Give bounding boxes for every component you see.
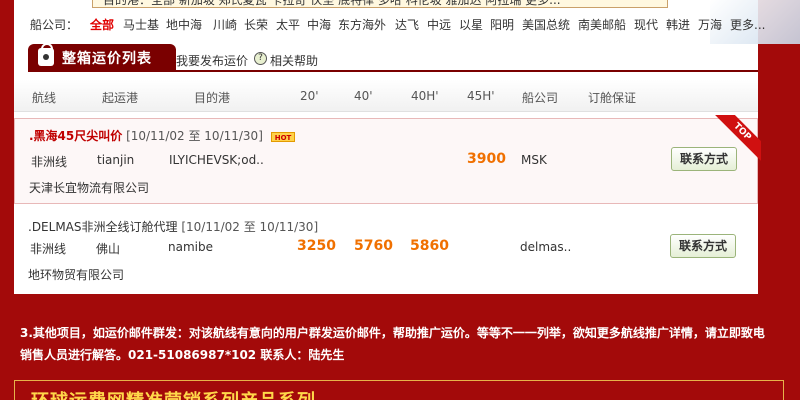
carrier-filter-cscl[interactable]: 中海 [307, 16, 331, 33]
carrier-filter: 船公司： 全部 马士基 地中海 川崎 长荣 太平 中海 东方海外 达飞 中远 以… [0, 14, 800, 34]
carrier-filter-csav[interactable]: 南美邮船 [578, 16, 626, 33]
carrier-filter-evergreen[interactable]: 长荣 [244, 16, 268, 33]
cell-origin: 佛山 [96, 242, 121, 256]
carrier-filter-yangming[interactable]: 阳明 [490, 16, 514, 33]
table-row: .DELMAS非洲全线订舱代理 [10/11/02 至 10/11/30] 非洲… [14, 210, 758, 290]
table-row: .黑海45尺尖叫价 [10/11/02 至 10/11/30] HOT 非洲线 … [14, 115, 761, 204]
carrier-filter-all[interactable]: 全部 [90, 16, 114, 33]
cell-carrier: MSK [521, 153, 547, 167]
product-series-title: 环球运费网精准营销系列产品系列 [31, 387, 316, 400]
cell-origin: tianjin [97, 153, 135, 167]
contact-button[interactable]: 联系方式 [670, 234, 736, 258]
carrier-filter-cosco[interactable]: 中远 [427, 16, 451, 33]
table-header: 航线 起运港 目的港 20' 40' 40H' 45H' 船公司 订舱保证 [14, 80, 758, 112]
top-ribbon-label: TOP [712, 115, 761, 162]
cell-route: 非洲线 [31, 155, 68, 169]
header-booking-guarantee: 订舱保证 [588, 91, 637, 105]
header-carrier: 船公司 [522, 91, 559, 105]
rate-list-tab-bar: 整箱运价列表 我要发布运价 ? 相关帮助 [14, 43, 758, 72]
publish-rate-link[interactable]: 我要发布运价 [176, 52, 248, 69]
carrier-filter-wanhai[interactable]: 万海 [698, 16, 722, 33]
carrier-filter-label: 船公司： [30, 18, 79, 32]
promotion-note-line-1: 3.其他项目，如运价邮件群发：对该航线有意向的用户群发运价邮件，帮助推广运价。等… [20, 326, 765, 340]
header-20: 20' [300, 89, 319, 103]
cell-price-20: 3250 [297, 238, 336, 254]
tab-divider [28, 70, 758, 72]
carrier-filter-apl[interactable]: 美国总统 [522, 16, 570, 33]
carrier-filter-msc[interactable]: 地中海 [166, 16, 202, 33]
header-destination: 目的港 [194, 91, 231, 105]
promotion-note-line-2: 销售人员进行解答。021-51086987*102 联系人：陆先生 [20, 348, 345, 362]
header-origin: 起运港 [102, 91, 139, 105]
carrier-filter-hmm[interactable]: 现代 [634, 16, 658, 33]
top-ribbon: TOP [711, 115, 761, 165]
hot-badge: HOT [270, 131, 296, 142]
destination-filter-text: 目的港：全部 新加坡 郑氏夏瓦 卡拉奇 伙坚 底特律 多哈 科伦坡 雅加达 阿拉… [103, 0, 561, 7]
help-link[interactable]: 相关帮助 [270, 52, 318, 69]
tab-fcl-rate-list[interactable]: 整箱运价列表 [28, 43, 176, 70]
promotion-note: 3.其他项目，如运价邮件群发：对该航线有意向的用户群发运价邮件，帮助推广运价。等… [20, 322, 790, 366]
carrier-filter-more[interactable]: 更多... [730, 16, 765, 33]
cell-price-40h: 5860 [410, 238, 449, 254]
cell-carrier: delmas.. [520, 240, 572, 254]
product-series-box: 环球运费网精准营销系列产品系列 [14, 380, 784, 400]
carrier-filter-zim[interactable]: 以星 [459, 16, 483, 33]
header-40: 40' [354, 89, 373, 103]
cell-destination: ILYICHEVSK;od.. [169, 153, 264, 167]
rate-title: .DELMAS非洲全线订舱代理 [10/11/02 至 10/11/30] [28, 218, 318, 235]
header-route: 航线 [32, 91, 57, 105]
rate-title-link[interactable]: .DELMAS非洲全线订舱代理 [28, 220, 178, 234]
header-40h: 40H' [411, 89, 439, 103]
destination-filter-strip: 目的港：全部 新加坡 郑氏夏瓦 卡拉奇 伙坚 底特律 多哈 科伦坡 雅加达 阿拉… [92, 0, 668, 8]
help-icon: ? [254, 52, 267, 65]
tab-fcl-rate-list-label: 整箱运价列表 [62, 51, 152, 67]
carrier-filter-cma[interactable]: 达飞 [395, 16, 419, 33]
rate-title: .黑海45尺尖叫价 [10/11/02 至 10/11/30] HOT [29, 127, 296, 144]
carrier-filter-pil[interactable]: 太平 [276, 16, 300, 33]
company-name[interactable]: 地环物贸有限公司 [28, 266, 124, 283]
cell-route: 非洲线 [30, 242, 67, 256]
rate-date-range: [10/11/02 至 10/11/30] [181, 220, 319, 234]
header-45h: 45H' [467, 89, 495, 103]
company-name[interactable]: 天津长宜物流有限公司 [29, 179, 149, 196]
carrier-filter-oocl[interactable]: 东方海外 [338, 16, 386, 33]
lock-icon [38, 43, 54, 66]
cell-price-40: 5760 [354, 238, 393, 254]
rate-date-range: [10/11/02 至 10/11/30] [126, 129, 263, 143]
cell-price-45h: 3900 [467, 151, 506, 167]
carrier-filter-hanjin[interactable]: 韩进 [666, 16, 690, 33]
carrier-filter-kline[interactable]: 川崎 [213, 16, 237, 33]
rate-title-link[interactable]: .黑海45尺尖叫价 [29, 129, 122, 143]
carrier-filter-maersk[interactable]: 马士基 [123, 16, 159, 33]
cell-destination: namibe [168, 240, 213, 254]
